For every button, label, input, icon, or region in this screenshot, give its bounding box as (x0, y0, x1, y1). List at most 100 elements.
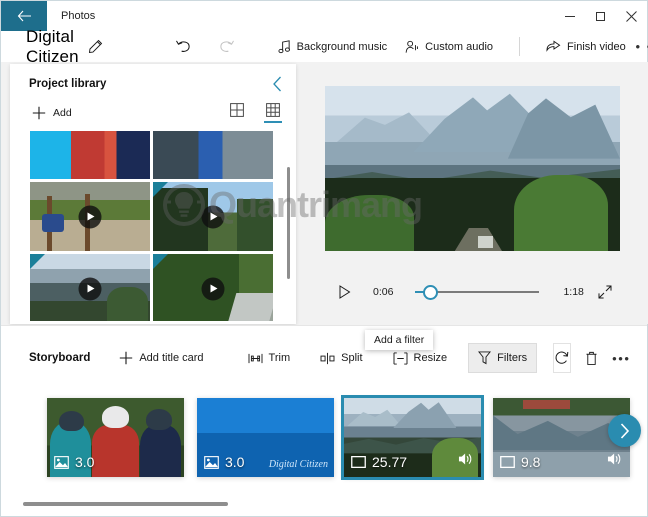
photos-video-editor-window: Photos Digital Citizen Background music … (0, 0, 648, 517)
custom-audio-button[interactable]: Custom audio (396, 32, 502, 62)
person-audio-icon (405, 40, 419, 53)
clip-duration-badge: 3.0 (204, 454, 244, 470)
library-thumbnail-row0-b[interactable] (153, 131, 273, 179)
corner-marker-icon (153, 182, 168, 197)
close-button[interactable] (616, 1, 647, 31)
video-icon (351, 456, 366, 468)
current-time-label: 0:06 (373, 286, 394, 298)
scrollbar-thumb[interactable] (23, 502, 228, 506)
redo-icon (220, 40, 234, 52)
finish-video-label: Finish video (567, 40, 626, 53)
grid-large-icon (230, 103, 244, 117)
play-icon (339, 285, 351, 299)
maximize-icon (596, 11, 605, 21)
trash-icon (586, 351, 597, 365)
library-vertical-scrollbar[interactable] (287, 167, 290, 279)
storyboard-horizontal-scrollbar[interactable] (23, 502, 645, 506)
library-scroll-area[interactable] (10, 131, 296, 321)
command-bar: Digital Citizen Background music Custom … (1, 27, 648, 66)
chevron-right-icon (620, 422, 630, 439)
rename-project-button[interactable] (88, 39, 103, 54)
minimize-icon (564, 15, 575, 17)
storyboard-label: Storyboard (29, 352, 91, 364)
share-export-icon (546, 40, 561, 52)
list-item[interactable] (30, 254, 150, 321)
speaker-icon (607, 453, 621, 465)
plus-icon (120, 351, 133, 365)
back-arrow-icon (17, 10, 31, 22)
play-overlay-icon (201, 277, 225, 300)
resize-icon (393, 351, 408, 365)
table-row[interactable]: Digital Citizen 3.0 (197, 398, 334, 477)
list-item[interactable] (30, 182, 150, 251)
redo-button[interactable] (218, 39, 235, 54)
collapse-library-button[interactable] (272, 76, 283, 92)
background-music-label: Background music (296, 40, 388, 53)
total-time-label: 1:18 (563, 286, 584, 298)
list-item[interactable] (153, 182, 273, 251)
filters-label: Filters (497, 352, 528, 364)
fullscreen-icon (598, 285, 612, 299)
next-clips-button[interactable] (608, 414, 641, 447)
split-icon (320, 352, 335, 364)
view-large-underline (228, 121, 246, 123)
library-view-toggles (228, 103, 282, 123)
command-items: Background music Custom audio Finish vid… (269, 32, 648, 62)
library-grid (30, 131, 273, 321)
fullscreen-button[interactable] (598, 285, 612, 299)
titlebar-spacer (109, 1, 554, 31)
play-overlay-icon (201, 205, 225, 228)
chevron-left-icon (273, 76, 281, 92)
corner-marker-icon (30, 254, 45, 269)
view-small-grid-button[interactable] (264, 103, 282, 123)
maximize-button[interactable] (585, 1, 616, 31)
view-small-underline (264, 121, 282, 123)
play-overlay-icon (78, 277, 102, 300)
table-row[interactable]: 25.77 (341, 395, 484, 480)
undo-redo-group (175, 39, 235, 54)
window-controls (554, 1, 647, 31)
trim-button[interactable]: Trim (239, 343, 300, 373)
undo-button[interactable] (175, 39, 192, 54)
library-thumbnail-row0-a[interactable] (30, 131, 150, 179)
photo-icon (204, 455, 219, 469)
page-title: Digital Citizen (26, 26, 79, 66)
command-overflow-button[interactable]: • • • (635, 32, 648, 62)
play-button[interactable] (338, 285, 351, 299)
trim-icon (248, 353, 263, 363)
close-icon (626, 10, 637, 22)
rotate-icon (555, 351, 569, 364)
undo-icon (175, 40, 190, 52)
clip-duration-badge: 25.77 (351, 454, 407, 470)
filters-button[interactable]: Filters (468, 343, 538, 373)
title-card-text: Digital Citizen (268, 459, 328, 470)
seek-slider[interactable] (415, 284, 540, 300)
table-row[interactable]: 3.0 (47, 398, 184, 477)
video-preview-frame[interactable] (325, 86, 620, 251)
more-options-button[interactable]: ••• (612, 343, 630, 373)
filters-tooltip: Add a filter (365, 330, 434, 350)
view-large-grid-button[interactable] (228, 103, 246, 123)
add-title-card-button[interactable]: Add title card (110, 343, 212, 373)
list-item[interactable] (153, 254, 273, 321)
minimize-button[interactable] (554, 1, 585, 31)
custom-audio-label: Custom audio (425, 40, 494, 53)
split-button[interactable]: Split (311, 343, 371, 373)
add-media-button[interactable]: Add (32, 106, 72, 120)
storyboard-panel: Storyboard Add title card Trim Split Res… (1, 325, 647, 516)
rotate-button[interactable] (553, 343, 572, 373)
finish-video-button[interactable]: Finish video (537, 32, 635, 62)
clip-duration-label: 9.8 (521, 454, 541, 470)
delete-button[interactable] (585, 343, 598, 373)
photo-icon (54, 455, 69, 469)
clip-duration-label: 3.0 (225, 454, 245, 470)
video-preview-pane: 0:06 1:18 (304, 62, 648, 324)
clip-audio-indicator (607, 452, 622, 471)
grid-small-icon (266, 103, 280, 117)
background-music-button[interactable]: Background music (269, 32, 397, 62)
seek-handle[interactable] (423, 284, 439, 300)
video-icon (500, 456, 515, 468)
split-label: Split (341, 352, 363, 364)
speaker-icon (458, 453, 472, 465)
add-title-card-label: Add title card (139, 352, 204, 364)
